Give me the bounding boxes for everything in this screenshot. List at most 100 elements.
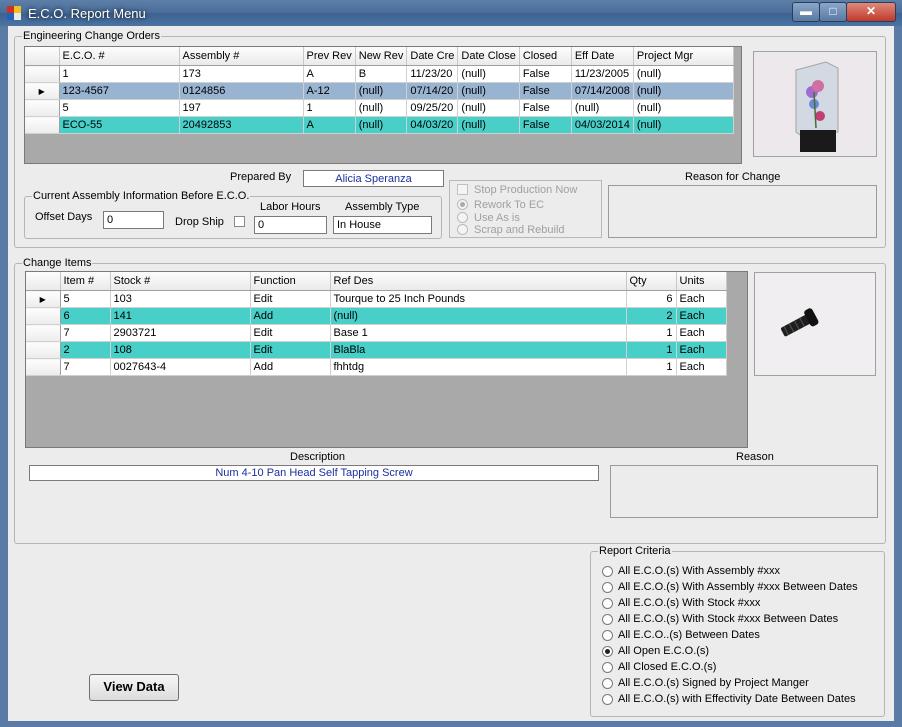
report-criteria-radio[interactable] xyxy=(602,694,613,705)
rework-radio[interactable] xyxy=(457,199,468,210)
close-button[interactable]: ✕ xyxy=(846,2,896,22)
title-bar[interactable]: E.C.O. Report Menu ▬ □ ✕ xyxy=(0,0,902,26)
eco-table-cell[interactable]: 20492853 xyxy=(179,116,304,134)
eco-table-cell[interactable]: False xyxy=(519,99,572,117)
report-criteria-option-label[interactable]: All E.C.O.(s) With Assembly #xxx Between… xyxy=(618,581,858,593)
eco-table-cell[interactable]: A-12 xyxy=(303,82,356,100)
eco-column-header[interactable]: Assembly # xyxy=(179,47,304,66)
change-item-table-cell[interactable]: 141 xyxy=(110,307,251,325)
eco-table-row[interactable]: 1 173 A B 11/23/20 (null) False 11/23/2005 (null… xyxy=(25,65,734,83)
change-items-grid[interactable]: Item # Stock # Function Ref Des Qty Units ▶ 5 1… xyxy=(25,271,748,448)
change-item-table-cell[interactable]: 1 xyxy=(626,358,677,376)
report-criteria-option-label[interactable]: All Open E.C.O.(s) xyxy=(618,645,709,657)
eco-table-row[interactable]: ECO-55 20492853 A (null) 04/03/20 (null) False… xyxy=(25,116,734,134)
change-item-table-cell[interactable]: Each xyxy=(676,341,727,359)
eco-table-row[interactable]: ▶ 123-4567 0124856 A-12 (null) 07/14/20 (null)… xyxy=(25,82,734,100)
change-item-table-cell[interactable]: Tourque to 25 Inch Pounds xyxy=(330,290,627,308)
change-item-table-cell[interactable]: 1 xyxy=(626,324,677,342)
eco-column-header[interactable]: New Rev xyxy=(355,47,408,66)
row-header[interactable] xyxy=(26,358,61,376)
eco-table-cell[interactable]: 1 xyxy=(59,65,180,83)
eco-table-cell[interactable]: False xyxy=(519,82,572,100)
eco-table-row[interactable]: 5 197 1 (null) 09/25/20 (null) False (null) (nul… xyxy=(25,99,734,117)
reason-box[interactable] xyxy=(610,465,878,518)
eco-table-cell[interactable]: 197 xyxy=(179,99,304,117)
eco-column-header[interactable]: E.C.O. # xyxy=(59,47,180,66)
row-header[interactable] xyxy=(25,99,60,117)
row-header[interactable] xyxy=(26,307,61,325)
row-header[interactable] xyxy=(25,116,60,134)
eco-table-cell[interactable]: 173 xyxy=(179,65,304,83)
report-criteria-option-label[interactable]: All E.C.O.(s) with Effectivity Date Betw… xyxy=(618,693,856,705)
change-item-table-cell[interactable]: 2 xyxy=(60,341,111,359)
change-item-table-cell[interactable]: 103 xyxy=(110,290,251,308)
change-item-table-cell[interactable]: fhhtdg xyxy=(330,358,627,376)
change-item-table-cell[interactable]: 108 xyxy=(110,341,251,359)
eco-table-cell[interactable]: 07/14/20 xyxy=(406,82,459,100)
eco-table-cell[interactable]: 04/03/2014 xyxy=(571,116,634,134)
change-item-table-row[interactable]: 7 0027643-4 Add fhhtdg 1 Each xyxy=(26,358,727,376)
eco-table-cell[interactable]: (null) xyxy=(633,82,734,100)
scrap-radio[interactable] xyxy=(457,224,468,235)
change-item-table-row[interactable]: 7 2903721 Edit Base 1 1 Each xyxy=(26,324,727,342)
change-item-table-cell[interactable]: 1 xyxy=(626,341,677,359)
change-item-table-cell[interactable]: (null) xyxy=(330,307,627,325)
row-header[interactable] xyxy=(25,65,60,83)
drop-ship-checkbox[interactable] xyxy=(234,216,245,227)
eco-table-cell[interactable]: (null) xyxy=(457,82,520,100)
stop-production-checkbox[interactable] xyxy=(457,184,468,195)
view-data-button[interactable]: View Data xyxy=(89,674,179,701)
eco-table-cell[interactable]: 11/23/20 xyxy=(406,65,459,83)
eco-table-cell[interactable]: 123-4567 xyxy=(59,82,180,100)
report-criteria-option-label[interactable]: All E.C.O..(s) Between Dates xyxy=(618,629,760,641)
eco-grid[interactable]: E.C.O. # Assembly # Prev Rev New Rev Date Cr… xyxy=(24,46,742,164)
eco-table-cell[interactable]: 5 xyxy=(59,99,180,117)
change-item-table-cell[interactable]: Each xyxy=(676,358,727,376)
eco-column-header[interactable]: Date Cre xyxy=(406,47,459,66)
minimize-button[interactable]: ▬ xyxy=(792,2,820,22)
row-header[interactable]: ▶ xyxy=(26,290,61,308)
eco-table-cell[interactable]: (null) xyxy=(355,99,408,117)
description-field[interactable]: Num 4-10 Pan Head Self Tapping Screw xyxy=(29,465,599,481)
labor-hours-input[interactable]: 0 xyxy=(254,216,327,234)
report-criteria-radio[interactable] xyxy=(602,598,613,609)
report-criteria-radio[interactable] xyxy=(602,646,613,657)
report-criteria-radio[interactable] xyxy=(602,582,613,593)
eco-table-cell[interactable]: False xyxy=(519,116,572,134)
change-item-table-cell[interactable]: Each xyxy=(676,290,727,308)
eco-table-cell[interactable]: (null) xyxy=(633,116,734,134)
change-item-table-cell[interactable]: 7 xyxy=(60,324,111,342)
change-item-table-row[interactable]: ▶ 5 103 Edit Tourque to 25 Inch Pounds 6 Each xyxy=(26,290,727,308)
change-item-table-cell[interactable]: Edit xyxy=(250,324,331,342)
eco-column-header[interactable]: Date Close xyxy=(457,47,520,66)
eco-table-cell[interactable]: (null) xyxy=(355,116,408,134)
eco-column-header[interactable]: Project Mgr xyxy=(633,47,734,66)
change-item-table-cell[interactable]: Add xyxy=(250,307,331,325)
report-criteria-radio[interactable] xyxy=(602,566,613,577)
report-criteria-option-label[interactable]: All E.C.O.(s) With Stock #xxx xyxy=(618,597,760,609)
report-criteria-option-label[interactable]: All E.C.O.(s) Signed by Project Manger xyxy=(618,677,809,689)
eco-table-cell[interactable]: ECO-55 xyxy=(59,116,180,134)
eco-table-cell[interactable]: (null) xyxy=(571,99,634,117)
use-as-is-radio[interactable] xyxy=(457,212,468,223)
maximize-button[interactable]: □ xyxy=(819,2,847,22)
change-item-column-header[interactable]: Qty xyxy=(626,272,677,291)
eco-table-cell[interactable]: 09/25/20 xyxy=(406,99,459,117)
change-item-table-cell[interactable]: 5 xyxy=(60,290,111,308)
change-item-column-header[interactable]: Function xyxy=(250,272,331,291)
eco-table-cell[interactable]: B xyxy=(355,65,408,83)
change-item-table-cell[interactable]: Each xyxy=(676,324,727,342)
row-header[interactable]: ▶ xyxy=(25,82,60,100)
eco-column-header[interactable]: Prev Rev xyxy=(303,47,356,66)
eco-table-cell[interactable]: (null) xyxy=(457,99,520,117)
report-criteria-option-label[interactable]: All Closed E.C.O.(s) xyxy=(618,661,716,673)
eco-table-cell[interactable]: A xyxy=(303,65,356,83)
eco-table-cell[interactable]: A xyxy=(303,116,356,134)
change-item-table-cell[interactable]: BlaBla xyxy=(330,341,627,359)
change-item-table-cell[interactable]: 6 xyxy=(626,290,677,308)
change-item-table-cell[interactable]: Edit xyxy=(250,341,331,359)
change-item-column-header[interactable]: Stock # xyxy=(110,272,251,291)
change-item-table-cell[interactable]: 2 xyxy=(626,307,677,325)
change-item-table-cell[interactable]: 2903721 xyxy=(110,324,251,342)
eco-table-cell[interactable]: 1 xyxy=(303,99,356,117)
